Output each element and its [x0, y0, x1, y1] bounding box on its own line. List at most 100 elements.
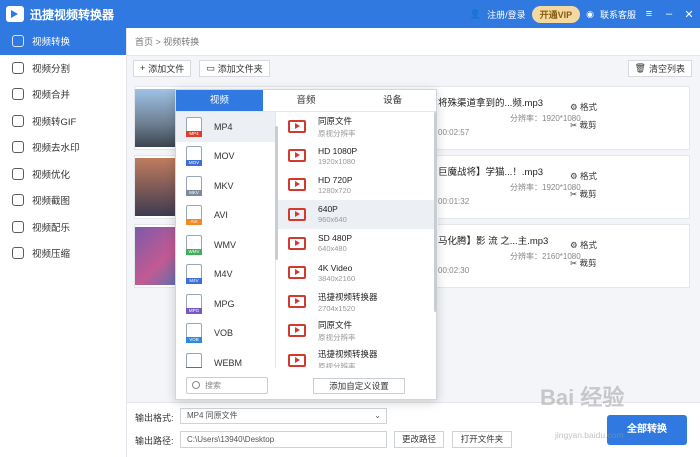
chevron-down-icon: ⌄ [374, 411, 381, 420]
file-name: 马化腾】影 流 之...主.mp3 [438, 236, 549, 247]
output-path-field[interactable]: C:\Users\13940\Desktop [180, 431, 387, 448]
file-format-icon: MPG [186, 293, 202, 314]
resolution-size: 原视分辨率 [318, 332, 356, 342]
resolution-name: SD 480P [318, 233, 353, 244]
file-duration: 00:02:30 [438, 266, 470, 275]
format-item-mov[interactable]: MOV MOV [176, 142, 275, 172]
service-link[interactable]: 联系客服 [600, 8, 636, 21]
sidebar-item-remove-watermark[interactable]: 视频去水印 [0, 134, 126, 161]
add-custom-setting-button[interactable]: 添加自定义设置 [313, 378, 405, 394]
tab-audio[interactable]: 音频 [263, 90, 350, 111]
tab-device[interactable]: 设备 [349, 90, 436, 111]
format-search-input[interactable]: 搜索 [186, 377, 268, 394]
resolution-size: 2704x1520 [318, 303, 356, 313]
output-format-select[interactable]: MP4 同原文件 ⌄ [180, 408, 387, 424]
sidebar-item-video-optimize[interactable]: 视频优化 [0, 161, 126, 188]
add-file-button[interactable]: + 添加文件 [133, 59, 192, 77]
breadcrumb: 首页 > 视频转换 [127, 28, 700, 56]
video-play-icon [288, 236, 306, 250]
menu-icon[interactable]: ≡ [642, 8, 656, 20]
format-button[interactable]: ⚙ 格式 [570, 239, 597, 251]
resolution-size: 原视分辨率 [318, 362, 356, 368]
format-item-mp4[interactable]: MP4 MP4 [176, 112, 275, 142]
resolution-size: 1280x720 [318, 185, 351, 195]
resolution-item[interactable]: HD 1080P 1920x1080 [278, 141, 438, 170]
resolution-name: HD 720P [318, 174, 353, 185]
open-folder-button[interactable]: 打开文件夹 [452, 431, 512, 448]
format-item-vob[interactable]: VOB VOB [176, 319, 275, 349]
add-folder-button[interactable]: ▭ 添加文件夹 [199, 59, 270, 77]
change-path-button[interactable]: 更改路径 [394, 431, 444, 448]
service-icon[interactable]: ◉ [586, 9, 594, 20]
format-item-mkv[interactable]: MKV MKV [176, 171, 275, 201]
resolution-item[interactable]: HD 720P 1280x720 [278, 170, 438, 199]
cut-button[interactable]: ✂ 裁剪 [570, 188, 597, 200]
sidebar-item-video-compress[interactable]: 视频压缩 [0, 240, 126, 267]
format-label: MKV [214, 180, 234, 191]
resolution-name: 4K Video [318, 262, 353, 273]
sidebar-item-video-convert[interactable]: 视频转换 [0, 28, 126, 55]
file-format-icon: MKV [186, 175, 202, 196]
convert-icon [12, 35, 24, 48]
sidebar-item-video-split[interactable]: 视频分割 [0, 55, 126, 82]
baidu-watermark-logo: Bai 经验 [540, 385, 625, 410]
format-label: MPG [214, 298, 235, 309]
file-format-icon: M4V [186, 264, 202, 285]
resolution-name: 迅捷视频转换器 [318, 291, 378, 302]
resolution-item[interactable]: 4K Video 3840x2160 [278, 258, 438, 287]
sidebar-item-video-screenshot[interactable]: 视频截图 [0, 187, 126, 214]
merge-icon [12, 88, 24, 101]
video-play-icon [288, 266, 306, 280]
resolution-item[interactable]: 迅捷视频转换器 原视分辨率 [278, 346, 438, 368]
resolution-name: HD 1080P [318, 145, 358, 156]
format-label: MP4 [214, 121, 233, 132]
login-link[interactable]: 注册/登录 [487, 8, 526, 21]
format-item-wmv[interactable]: WMV WMV [176, 230, 275, 260]
format-label: M4V [214, 269, 233, 280]
video-play-icon [288, 295, 306, 309]
format-item-avi[interactable]: AVI AVI [176, 201, 275, 231]
resolution-name: 同原文件 [318, 319, 353, 330]
file-format-icon: AVI [186, 205, 202, 226]
cut-button[interactable]: ✂ 裁剪 [570, 257, 597, 269]
format-label: MOV [214, 151, 235, 162]
resolution-item[interactable]: SD 480P 640x480 [278, 229, 438, 258]
format-item-m4v[interactable]: M4V M4V [176, 260, 275, 290]
resolution-scrollbar[interactable] [434, 112, 437, 312]
format-item-mpg[interactable]: MPG MPG [176, 289, 275, 319]
resolution-item[interactable]: 同原文件 原视分辨率 [278, 316, 438, 345]
sidebar-item-video-merge[interactable]: 视频合并 [0, 81, 126, 108]
resolution-item[interactable]: 迅捷视频转换器 2704x1520 [278, 287, 438, 316]
tab-video[interactable]: 视频 [176, 90, 263, 111]
format-label: VOB [214, 328, 234, 339]
minimize-icon[interactable]: – [662, 8, 676, 20]
file-format-icon: WEBM [186, 352, 202, 368]
split-icon [12, 61, 24, 74]
resolution-item[interactable]: 640P 960x640 [278, 199, 438, 229]
format-button[interactable]: ⚙ 格式 [570, 101, 597, 113]
sidebar-item-video-gif[interactable]: 视频转GIF [0, 108, 126, 135]
plus-icon: + [140, 63, 146, 73]
file-format-icon: VOB [186, 323, 202, 344]
toolbar: + 添加文件 ▭ 添加文件夹 [127, 56, 700, 80]
resolution-size: 3840x2160 [318, 273, 356, 283]
file-duration: 00:02:57 [438, 128, 470, 137]
sidebar-item-video-music[interactable]: 视频配乐 [0, 214, 126, 241]
vip-button[interactable]: 开通VIP [531, 5, 581, 23]
resolution-item[interactable]: 同原文件 原视分辨率 [278, 112, 438, 141]
video-play-icon [288, 324, 306, 338]
close-icon[interactable]: ✕ [682, 8, 696, 21]
file-duration: 00:01:32 [438, 197, 470, 206]
format-button[interactable]: ⚙ 格式 [570, 170, 597, 182]
resolution-size: 960x640 [318, 215, 347, 225]
output-format-label: 输出格式: [135, 413, 174, 423]
user-icon[interactable]: 👤 [470, 9, 481, 20]
optimize-icon [12, 167, 24, 180]
app-logo-icon [6, 6, 24, 22]
format-label: WEBM [214, 357, 242, 368]
screenshot-icon [12, 194, 24, 207]
file-name: 巨魔战将】学猫...！.mp3 [438, 167, 544, 178]
format-item-webm[interactable]: WEBM WEBM [176, 348, 275, 368]
cut-button[interactable]: ✂ 裁剪 [570, 119, 597, 131]
clear-list-button[interactable]: 🗑 清空列表 [627, 60, 692, 77]
